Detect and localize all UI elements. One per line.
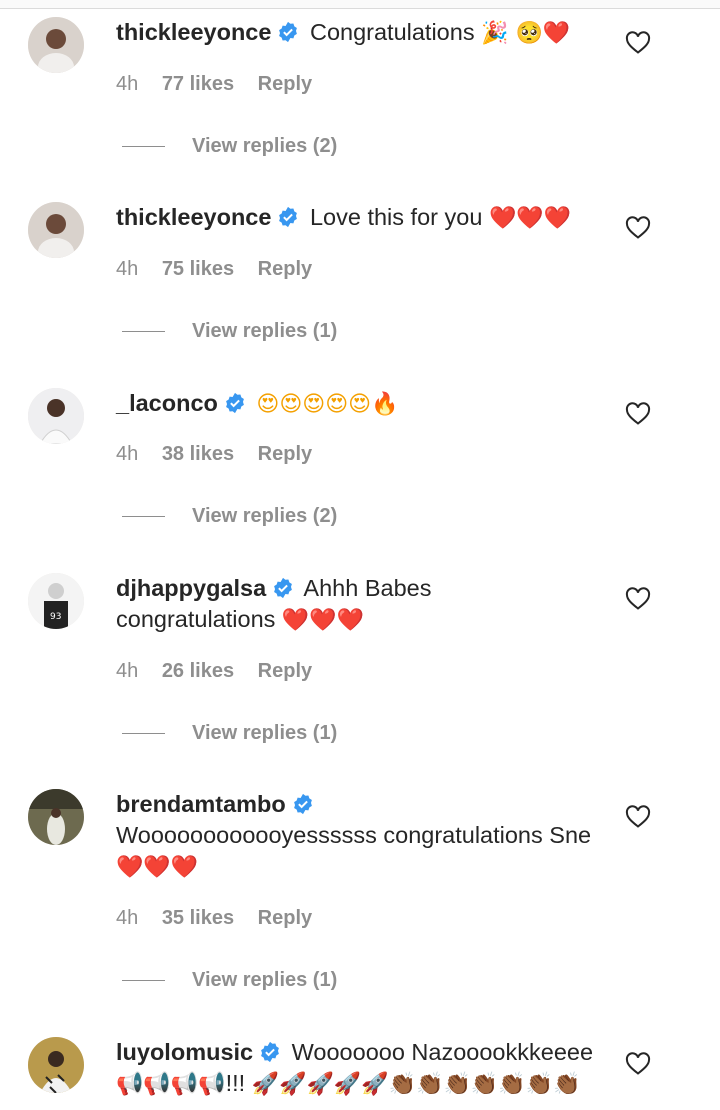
view-replies-label: View replies (1) <box>192 722 338 744</box>
view-replies-label: View replies (1) <box>192 320 338 342</box>
avatar[interactable] <box>28 1037 84 1093</box>
comment-likes[interactable]: 26 likes <box>162 660 234 682</box>
comment-emojis: ❤️❤️❤️ <box>281 608 365 633</box>
avatar[interactable]: 93 <box>28 573 84 629</box>
comment-likes[interactable]: 75 likes <box>162 258 234 280</box>
comment-username[interactable]: thickleeyonce <box>116 204 271 230</box>
comment-body: thickleeyonce Love this for you ❤️❤️❤️ <box>116 202 596 234</box>
avatar[interactable] <box>28 202 84 258</box>
heart-outline-icon[interactable] <box>625 587 651 611</box>
top-divider <box>0 0 720 9</box>
heart-outline-icon[interactable] <box>625 216 651 240</box>
reply-button[interactable]: Reply <box>258 443 312 465</box>
comment-text: Wooooooo Nazooookkkeeee <box>291 1039 594 1065</box>
reply-button[interactable]: Reply <box>258 73 312 95</box>
replies-divider <box>122 331 165 333</box>
verified-badge-icon <box>277 206 299 228</box>
comment-emojis: 🚀🚀🚀🚀🚀👏🏾👏🏾👏🏾👏🏾👏🏾👏🏾👏🏾 <box>251 1072 581 1097</box>
comment-body: _laconco 😍😍😍😍😍🔥 <box>116 388 596 420</box>
reply-button[interactable]: Reply <box>258 907 312 929</box>
replies-divider <box>122 733 165 735</box>
comment-time: 4h <box>116 907 139 929</box>
heart-outline-icon[interactable] <box>625 1052 651 1076</box>
comment-text-exclaim: !!! <box>225 1070 246 1096</box>
comment-meta: 4h 75 likes Reply <box>116 258 330 281</box>
avatar[interactable] <box>28 789 84 845</box>
comment-username[interactable]: brendamtambo <box>116 791 286 817</box>
comment-time: 4h <box>116 660 139 682</box>
heart-outline-icon[interactable] <box>625 805 651 829</box>
replies-divider <box>122 516 165 518</box>
heart-outline-icon[interactable] <box>625 402 651 426</box>
comment-meta: 4h 35 likes Reply <box>116 907 330 930</box>
comment-username[interactable]: thickleeyonce <box>116 19 271 45</box>
view-replies-label: View replies (2) <box>192 135 338 157</box>
view-replies-label: View replies (2) <box>192 505 338 527</box>
comment-emojis: ❤️❤️❤️ <box>488 206 572 231</box>
replies-divider <box>122 980 165 982</box>
verified-badge-icon <box>259 1041 281 1063</box>
avatar[interactable] <box>28 17 84 73</box>
comment-likes[interactable]: 77 likes <box>162 73 234 95</box>
comment-likes[interactable]: 35 likes <box>162 907 234 929</box>
comment-username[interactable]: _laconco <box>116 390 218 416</box>
comment-meta: 4h 77 likes Reply <box>116 73 330 96</box>
comment-text: Love this for you <box>309 204 483 230</box>
view-replies-button[interactable]: View replies (2) <box>122 505 337 528</box>
comment-time: 4h <box>116 73 139 95</box>
comment-username[interactable]: luyolomusic <box>116 1039 253 1065</box>
view-replies-button[interactable]: View replies (1) <box>122 722 337 745</box>
verified-badge-icon <box>272 577 294 599</box>
avatar[interactable] <box>28 388 84 444</box>
verified-badge-icon <box>277 21 299 43</box>
comment-body: djhappygalsa Ahhh Babes congratulations … <box>116 573 596 636</box>
comment-time: 4h <box>116 443 139 465</box>
comment-meta: 4h 26 likes Reply <box>116 660 330 683</box>
replies-divider <box>122 146 165 148</box>
view-replies-button[interactable]: View replies (2) <box>122 135 337 158</box>
view-replies-button[interactable]: View replies (1) <box>122 969 337 992</box>
comment-emojis: 📢📢📢📢 <box>116 1072 226 1097</box>
comment-meta: 4h 38 likes Reply <box>116 443 330 466</box>
comment-text: Woooooooooooyessssss congratulations Sne <box>116 822 592 848</box>
reply-button[interactable]: Reply <box>258 660 312 682</box>
verified-badge-icon <box>224 392 246 414</box>
comment-body: brendamtambo Woooooooooooyessssss congra… <box>116 789 596 883</box>
view-replies-button[interactable]: View replies (1) <box>122 320 337 343</box>
reply-button[interactable]: Reply <box>258 258 312 280</box>
comment-likes[interactable]: 38 likes <box>162 443 234 465</box>
comment-text: Congratulations <box>309 19 475 45</box>
comment-emojis: 😍😍😍😍😍🔥 <box>256 392 399 417</box>
comment-body: thickleeyonce Congratulations 🎉 🥺❤️ <box>116 17 596 49</box>
comment-emojis: 🎉 🥺❤️ <box>481 21 571 46</box>
comment-time: 4h <box>116 258 139 280</box>
verified-badge-icon <box>292 793 314 815</box>
svg-text:93: 93 <box>50 612 61 622</box>
comment-emojis: ❤️❤️❤️ <box>116 855 199 880</box>
comment-username[interactable]: djhappygalsa <box>116 575 266 601</box>
heart-outline-icon[interactable] <box>625 31 651 55</box>
view-replies-label: View replies (1) <box>192 969 338 991</box>
comment-body: luyolomusic Wooooooo Nazooookkkeeee 📢📢📢📢… <box>116 1037 596 1100</box>
